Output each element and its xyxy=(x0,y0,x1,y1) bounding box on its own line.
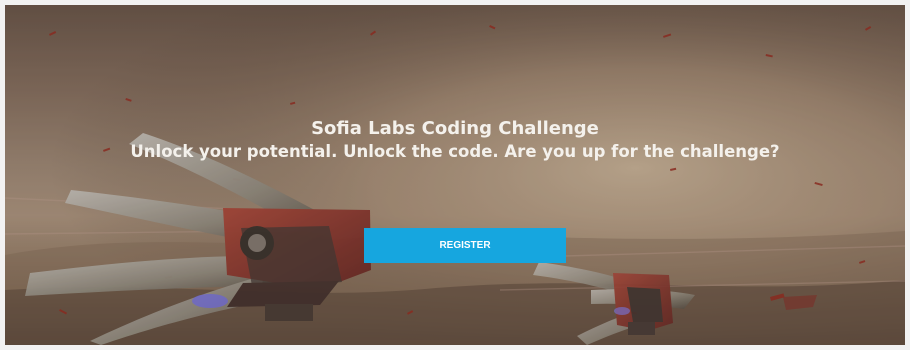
hero-subtitle: Unlock your potential. Unlock the code. … xyxy=(130,142,780,161)
register-button[interactable]: REGISTER xyxy=(364,228,566,263)
hero-title: Sofia Labs Coding Challenge xyxy=(311,118,599,139)
hero-overlay xyxy=(5,5,905,345)
hero-banner: Sofia Labs Coding Challenge Unlock your … xyxy=(5,5,905,345)
hero-copy: Sofia Labs Coding Challenge Unlock your … xyxy=(5,118,905,164)
